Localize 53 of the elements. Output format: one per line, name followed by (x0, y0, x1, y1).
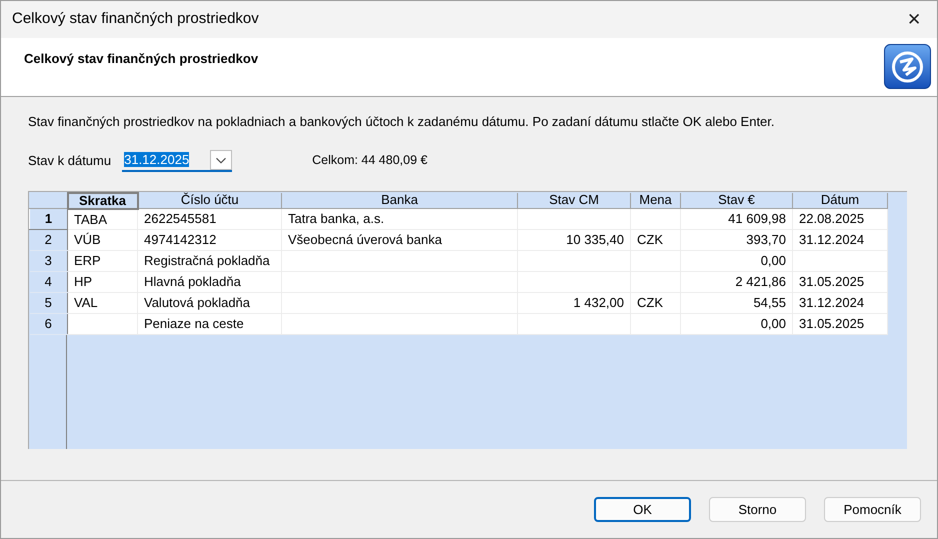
column-header[interactable]: Stav CM (518, 192, 630, 208)
header-title: Celkový stav finančných prostriedkov (24, 50, 258, 68)
row-number[interactable]: 3 (30, 250, 68, 272)
table-cell: 31.05.2025 (799, 274, 864, 290)
table-cell: Hlavná pokladňa (144, 274, 241, 290)
table-cell: 31.12.2024 (799, 232, 864, 248)
column-header[interactable]: Číslo účtu (138, 192, 282, 208)
row-number[interactable]: 5 (30, 292, 68, 314)
column-header[interactable]: Banka (282, 192, 518, 208)
table-cell: 41 609,98 (728, 211, 786, 226)
date-field[interactable]: 31.12.2025 (122, 150, 232, 172)
table-cell: Valutová pokladňa (144, 295, 250, 310)
dialog-button[interactable]: OK (594, 497, 691, 522)
app-logo-icon (884, 44, 931, 89)
table-cell: HP (74, 274, 92, 290)
table-cell: 4974142312 (144, 232, 216, 248)
row-number[interactable]: 4 (30, 272, 68, 292)
table-cell: VAL (74, 295, 98, 310)
table-cell: ERP (74, 253, 101, 268)
row-number[interactable]: 1 (30, 208, 68, 230)
window-title: Celkový stav finančných prostriedkov (12, 9, 259, 30)
table-cell: Tatra banka, a.s. (288, 211, 384, 226)
column-header[interactable]: Mena (630, 192, 680, 208)
table-cell: TABA (74, 212, 107, 226)
table-cell: 0,00 (760, 316, 786, 332)
table-cell: 54,55 (753, 295, 786, 310)
description-text: Stav finančných prostriedkov na pokladniach a bankových účtoch k zadanému dátumu. Po zadaní dátumu stlačte OK alebo Enter. (28, 113, 776, 131)
table-cell: Peniaze na ceste (144, 316, 244, 332)
column-header[interactable]: Stav € (680, 192, 792, 208)
dialog-button[interactable]: Storno (709, 497, 806, 522)
close-button[interactable]: ✕ (891, 1, 937, 38)
dialog-button[interactable]: Pomocník (824, 497, 921, 522)
table-cell: 2622545581 (144, 211, 216, 226)
column-header[interactable]: Skratka (68, 192, 138, 208)
row-number[interactable]: 6 (30, 314, 68, 334)
date-label: Stav k dátumu (28, 152, 112, 170)
total-text: Celkom: 44 480,09 € (312, 152, 428, 170)
table-cell: 2 421,86 (735, 274, 786, 290)
table-cell: 0,00 (760, 253, 786, 268)
table-cell: VÚB (74, 232, 101, 248)
table-cell: CZK (637, 295, 663, 310)
table-cell: Registračná pokladňa (144, 253, 270, 268)
row-number[interactable]: 2 (30, 230, 68, 250)
table-cell: 1 432,00 (573, 295, 624, 310)
dropdown-caret-icon[interactable] (210, 150, 232, 170)
table-cell: 31.05.2025 (799, 316, 864, 332)
table-cell: 31.12.2024 (799, 295, 864, 310)
table-cell: 22.08.2025 (799, 211, 864, 226)
table-cell: CZK (637, 232, 663, 248)
table-cell: 393,70 (746, 232, 786, 248)
table-cell: Všeobecná úverová banka (288, 232, 442, 248)
table-cell: 10 335,40 (566, 232, 624, 248)
column-header[interactable]: Dátum (792, 192, 888, 208)
